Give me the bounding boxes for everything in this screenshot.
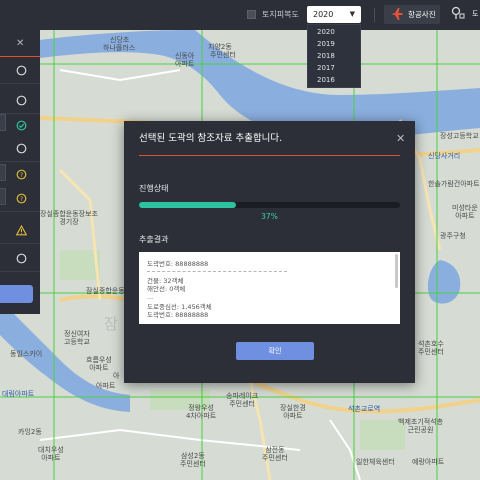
result-line: ... <box>147 293 154 301</box>
map-label: 일한체육센터 <box>356 458 395 466</box>
map-label: 백제초기적석총 근린공원 <box>398 418 444 434</box>
year-option[interactable]: 2016 <box>308 74 360 86</box>
map-label: 주민센터 <box>210 51 236 59</box>
map-label: 정왕우성 4차아파트 <box>186 404 217 420</box>
panel-row[interactable] <box>0 138 40 162</box>
cadastral-checkbox[interactable] <box>247 10 256 19</box>
map-label: 삼성2동 주민센터 <box>180 452 206 468</box>
map-label: 대치우성 아파트 <box>38 446 64 462</box>
map-label: 지양2동 <box>208 43 232 51</box>
close-icon[interactable]: ✕ <box>16 38 24 50</box>
panel-submit-button[interactable] <box>0 285 33 303</box>
check-circle-icon <box>16 120 27 131</box>
aerial-photo-button[interactable]: 항공사진 <box>384 5 440 24</box>
year-option[interactable]: 2020 <box>308 26 360 38</box>
result-scrollbar[interactable] <box>395 254 398 288</box>
caret-down-icon: ▼ <box>349 10 355 18</box>
panel-row[interactable] <box>0 248 40 272</box>
radio-icon[interactable] <box>16 253 27 264</box>
modal-title-divider <box>139 155 400 156</box>
map-pin-icon[interactable] <box>451 6 465 20</box>
radio-icon[interactable] <box>16 65 27 76</box>
confirm-button[interactable]: 확인 <box>236 342 314 360</box>
year-option[interactable]: 2019 <box>308 38 360 50</box>
map-label: 동일스카이 <box>10 350 43 358</box>
result-separator <box>147 271 287 272</box>
left-side-panel: ✕ ? ? <box>0 30 40 314</box>
map-label: 하나플러스 <box>103 44 136 52</box>
map-label: 신동아 아파트 <box>175 52 195 68</box>
result-label: 추출결과 <box>139 235 169 244</box>
aerial-photo-label: 항공사진 <box>408 10 436 19</box>
map-label: 장성고등학교 <box>440 132 479 140</box>
panel-header-divider <box>0 56 40 57</box>
result-line: 도로중심선: 1,456객체 <box>147 303 212 311</box>
help-icon[interactable]: ? <box>16 169 27 180</box>
result-log[interactable]: 도곽번호: 88888888 건물: 32객체 해안선: 0객체 ... 도로중… <box>139 252 400 324</box>
year-dropdown-menu: 2020 2019 2018 2017 2016 <box>307 24 361 88</box>
close-icon[interactable]: ✕ <box>396 132 405 145</box>
year-option[interactable]: 2018 <box>308 50 360 62</box>
panel-row[interactable] <box>0 60 40 84</box>
map-label: 장실종합운동장보조 경기장 <box>40 210 98 226</box>
map-label: 아 <box>113 372 120 380</box>
radio-icon[interactable] <box>16 143 27 154</box>
airplane-icon <box>391 8 403 20</box>
map-label: 아파트 <box>96 382 116 390</box>
edge-menu-label[interactable]: 도 <box>472 9 478 20</box>
progress-percent: 37% <box>261 212 278 221</box>
svg-text:?: ? <box>20 171 23 179</box>
panel-row[interactable] <box>0 90 40 114</box>
map-label: 송파레이크 주민센터 <box>226 392 259 408</box>
radio-icon[interactable] <box>16 95 27 106</box>
map-label: 예랑아파트 <box>412 458 445 466</box>
year-option[interactable]: 2017 <box>308 62 360 74</box>
map-label: 정신여자 고등학교 <box>64 330 90 346</box>
warning-icon <box>16 225 27 236</box>
result-line: 도곽번호: 88888888 <box>147 311 209 319</box>
map-label: 광주구청 <box>440 232 466 240</box>
year-select-value: 2020 <box>313 10 334 19</box>
map-label: 카잉2동 <box>18 428 42 436</box>
progress-bar <box>139 202 400 208</box>
result-line: 해안선: 0객체 <box>147 285 186 293</box>
panel-row[interactable]: ? <box>0 164 40 188</box>
modal-title: 선택된 도곽의 참조자료 추출합니다. <box>139 133 283 144</box>
map-label: 신당사거리 <box>428 152 461 160</box>
map-label: 신당초 <box>110 36 130 44</box>
map-label: 미성타운 아파트 <box>452 204 478 220</box>
help-icon[interactable]: ? <box>16 193 27 204</box>
map-label: 석촌교로역 <box>348 405 381 413</box>
svg-text:?: ? <box>20 195 23 203</box>
result-line: 도곽번호: 88888888 <box>147 260 209 268</box>
map-label: 삼전동 주민센터 <box>262 446 288 462</box>
year-select[interactable]: 2020 ▼ <box>307 6 361 23</box>
panel-row[interactable] <box>0 220 40 244</box>
map-label: 한솔가람건아파트 <box>428 180 480 188</box>
map-label: 석촌호수 주민센터 <box>418 340 444 356</box>
cadastral-label[interactable]: 토지피복도 <box>262 9 299 20</box>
extract-reference-modal: 선택된 도곽의 참조자료 추출합니다. ✕ 진행상태 37% 추출결과 도곽번호… <box>124 121 415 383</box>
panel-row[interactable]: ? <box>0 188 40 212</box>
panel-row[interactable] <box>0 115 40 139</box>
toolbar-divider <box>374 8 375 22</box>
map-label: 흐름우성 아파트 <box>86 356 112 372</box>
result-line: 건물: 32객체 <box>147 277 184 285</box>
progress-bar-fill <box>139 202 236 208</box>
top-toolbar: 토지피복도 2020 ▼ 항공사진 도 <box>0 0 480 30</box>
map-label: 잠 <box>104 315 118 333</box>
progress-label: 진행상태 <box>139 184 169 193</box>
map-label: 대림아파트 <box>2 390 35 398</box>
map-label: 장실한경 아파트 <box>280 404 306 420</box>
